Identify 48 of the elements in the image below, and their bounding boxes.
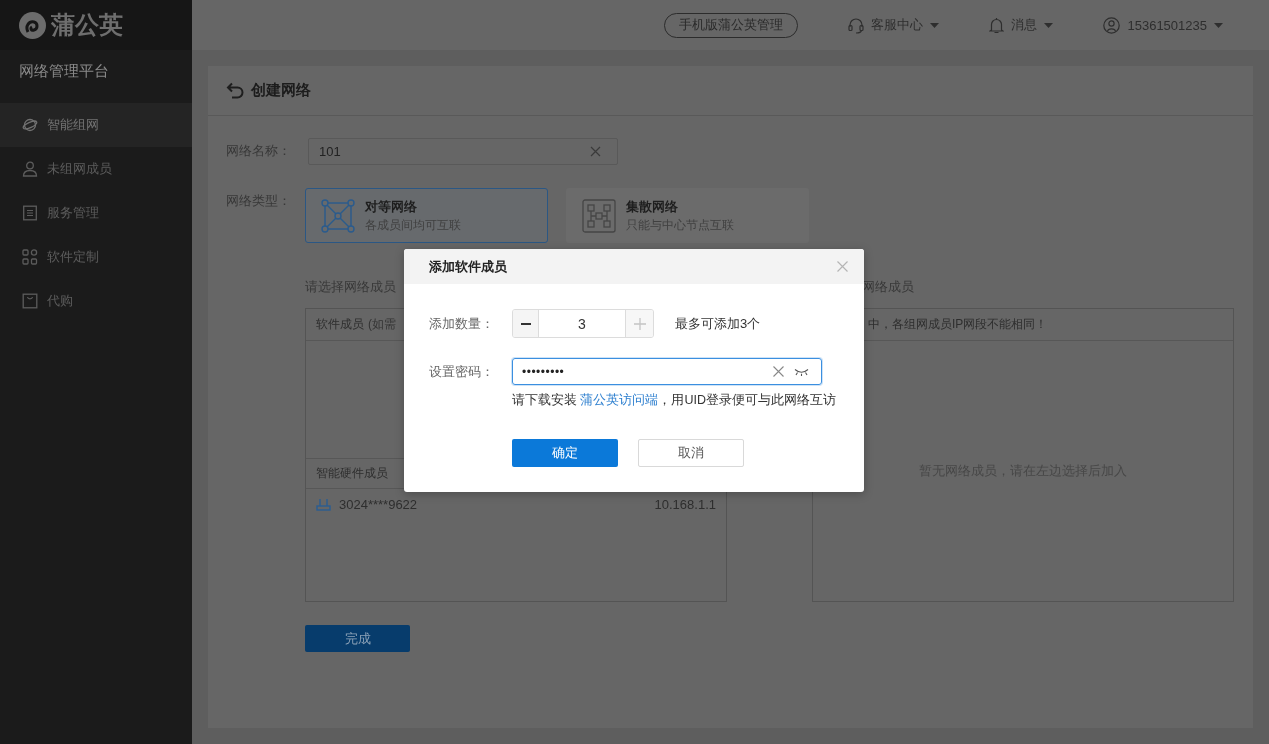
back-arrow-icon[interactable] <box>226 82 244 99</box>
sidebar-item[interactable]: 智能组网 <box>0 103 192 147</box>
option-title: 对等网络 <box>365 198 418 216</box>
document-icon <box>22 205 38 221</box>
confirm-button[interactable]: 确定 <box>512 439 618 467</box>
cancel-button[interactable]: 取消 <box>638 439 744 467</box>
done-button[interactable]: 完成 <box>305 625 410 652</box>
quantity-hint: 最多可添加3个 <box>675 314 761 333</box>
name-field[interactable]: 101 <box>308 138 618 165</box>
sidebar-item[interactable]: 未组网成员 <box>0 147 192 191</box>
decrement-button[interactable] <box>513 310 539 337</box>
help-text: 请下载安装 蒲公英访问端，用UID登录便可与此网络互访 <box>512 392 837 409</box>
page-title: 创建网络 <box>251 81 311 100</box>
option-title: 集散网络 <box>626 198 679 216</box>
hub-network-icon <box>582 198 616 233</box>
bag-icon <box>22 293 38 309</box>
password-field[interactable]: ••••••••• <box>512 358 822 385</box>
quantity-stepper[interactable]: 3 <box>512 309 654 338</box>
logo-text: 蒲公英 <box>51 10 123 40</box>
clear-icon[interactable] <box>590 146 601 157</box>
closed-eye-icon[interactable] <box>794 367 809 376</box>
account-menu[interactable]: 15361501235 <box>1103 16 1223 34</box>
clear-icon[interactable] <box>773 366 784 377</box>
device-ip: 10.168.1.1 <box>654 496 716 512</box>
mesh-network-icon <box>321 198 355 233</box>
caret-icon <box>1044 22 1054 28</box>
field-label: 设置密码： <box>429 362 495 381</box>
plus-icon <box>633 317 646 330</box>
person-icon <box>22 161 38 177</box>
sidebar-item[interactable]: 代购 <box>0 279 192 323</box>
dialog-title: 添加软件成员 <box>429 257 507 276</box>
planet-icon <box>22 117 38 133</box>
download-link[interactable]: 蒲公英访问端 <box>580 393 659 407</box>
sidebar-item[interactable]: 服务管理 <box>0 191 192 235</box>
bell-icon <box>989 16 1005 34</box>
sidebar-item[interactable]: 软件定制 <box>0 235 192 279</box>
field-label: 添加数量： <box>429 314 495 333</box>
user-icon <box>1103 16 1121 34</box>
close-icon[interactable] <box>837 261 848 272</box>
minus-icon <box>520 322 531 325</box>
router-icon <box>316 497 331 511</box>
device-id[interactable]: 3024****9622 <box>339 496 418 512</box>
headset-icon <box>848 16 865 34</box>
platform-title: 网络管理平台 <box>18 60 110 81</box>
caret-icon <box>930 22 940 28</box>
caret-icon <box>1214 22 1223 28</box>
grid-icon <box>22 249 38 265</box>
logo-icon <box>19 11 46 39</box>
